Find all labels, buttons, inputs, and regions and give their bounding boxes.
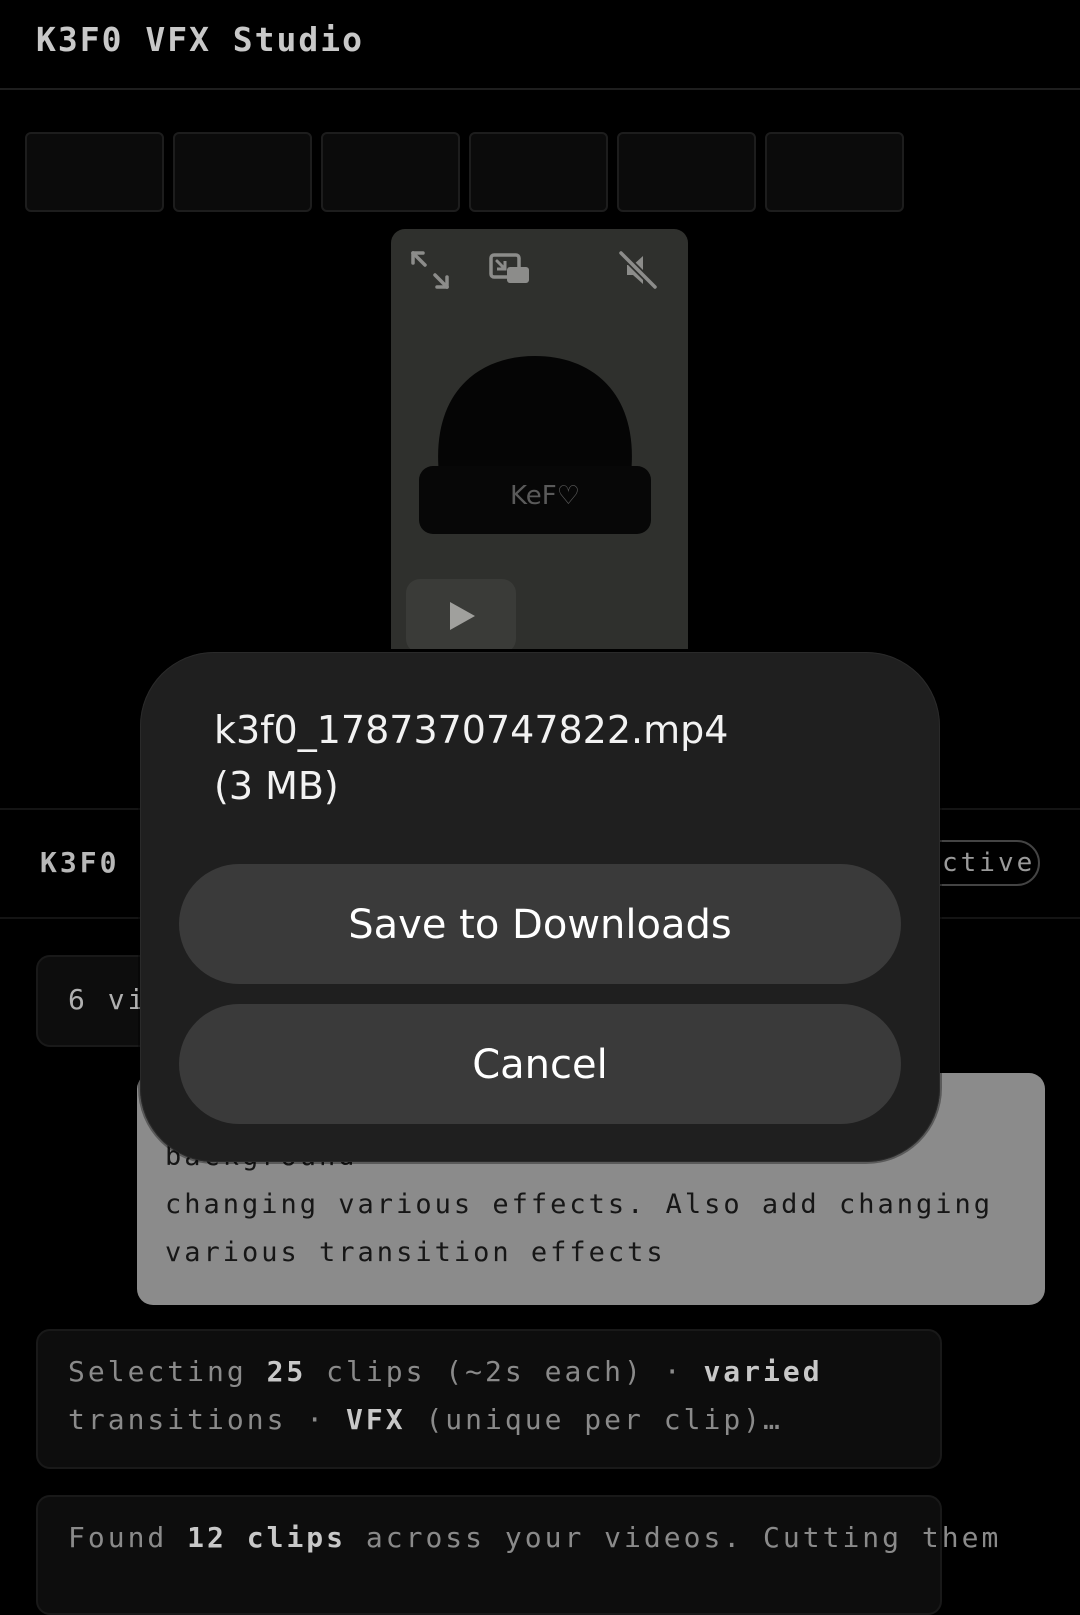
file-name: k3f0_1787370747822.mp4 <box>214 708 729 752</box>
video-count-text: 6 vi <box>68 983 148 1016</box>
clip-thumbnail[interactable] <box>469 132 608 212</box>
log-line: Selecting 25 clips (~2s each) · varied <box>68 1355 823 1388</box>
expand-icon[interactable] <box>407 247 453 293</box>
save-to-downloads-button[interactable]: Save to Downloads <box>179 864 901 984</box>
log-line: Found 12 clips across your videos. Cutti… <box>68 1521 1002 1554</box>
hat-logo-text: KeF♡ <box>510 481 581 511</box>
clip-thumbnail[interactable] <box>765 132 904 212</box>
beanie-hat-image <box>419 356 651 534</box>
log-message-card: Found 12 clips across your videos. Cutti… <box>36 1495 998 1615</box>
play-button[interactable] <box>406 579 516 649</box>
clip-thumbnail[interactable] <box>321 132 460 212</box>
clip-thumbnail[interactable] <box>173 132 312 212</box>
muted-speaker-icon[interactable] <box>615 247 661 293</box>
play-icon <box>450 602 475 630</box>
log-line: transitions · VFX (unique per clip)… <box>68 1403 783 1436</box>
app-title: K3F0 VFX Studio <box>36 20 365 59</box>
log-message-card: Selecting 25 clips (~2s each) · varied t… <box>36 1329 942 1469</box>
video-player[interactable]: KeF♡ <box>391 229 688 649</box>
clip-thumbnail[interactable] <box>25 132 164 212</box>
clip-thumbnail[interactable] <box>617 132 756 212</box>
cancel-button[interactable]: Cancel <box>179 1004 901 1124</box>
file-size: (3 MB) <box>214 764 339 808</box>
download-dialog: k3f0_1787370747822.mp4 (3 MB) Save to Do… <box>140 652 940 1162</box>
picture-in-picture-icon[interactable] <box>487 247 533 293</box>
app-header: K3F0 VFX Studio <box>0 0 1080 90</box>
